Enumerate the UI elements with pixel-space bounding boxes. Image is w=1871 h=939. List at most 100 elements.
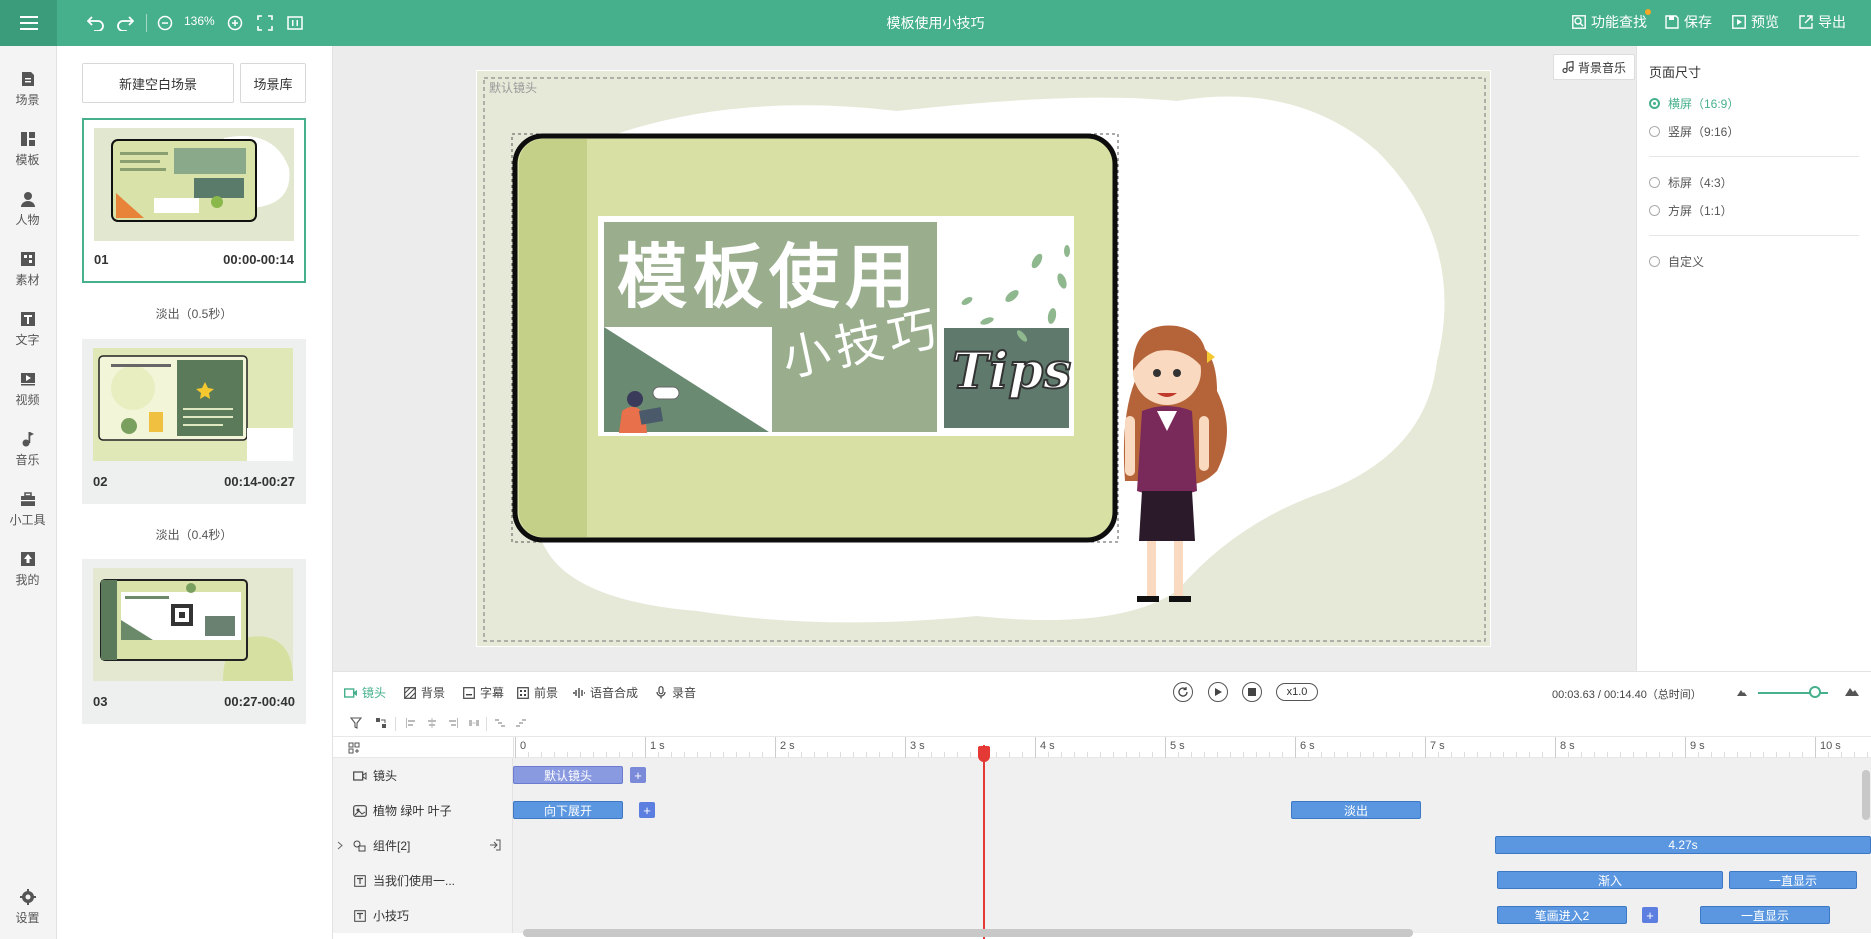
stop-button[interactable] <box>1242 682 1262 702</box>
add-clip-button[interactable]: + <box>639 802 655 818</box>
clip[interactable]: 笔画进入2 <box>1497 906 1627 924</box>
tab-record[interactable]: 录音 <box>654 684 696 701</box>
ruler-tick: 1 s <box>645 737 665 759</box>
sidebar-item-music[interactable]: 音乐 <box>0 424 55 474</box>
sidebar-item-person[interactable]: 人物 <box>0 184 55 234</box>
properties-panel: 页面尺寸 横屏（16:9） 竖屏（9:16） 标屏（4:3） 方屏（1:1） 自… <box>1636 46 1871 671</box>
track-area[interactable]: 向下展开 + 淡出 <box>513 793 1871 828</box>
scene-card-02[interactable]: 02 00:14-00:27 <box>82 339 306 504</box>
ruler-minor-tick <box>866 752 867 757</box>
add-clip-button[interactable]: + <box>630 767 646 783</box>
size-option-portrait[interactable]: 竖屏（9:16） <box>1649 123 1739 140</box>
zoom-out-icon[interactable] <box>153 11 177 35</box>
scene-card-01[interactable]: 01 00:00-00:14 <box>82 118 306 283</box>
track-area[interactable]: 默认镜头 + <box>513 758 1871 793</box>
align-right-icon[interactable] <box>447 717 459 729</box>
tab-background[interactable]: 背景 <box>403 684 445 701</box>
tips-text[interactable]: Tips <box>951 340 1072 401</box>
track-label[interactable]: 植物 绿叶 叶子 <box>333 793 513 828</box>
sidebar-item-tools[interactable]: 小工具 <box>0 484 55 534</box>
timeline-ruler[interactable]: 0 1 s 2 s 3 s 4 s 5 s 6 s 7 s 8 s 9 s 10 s <box>333 736 1871 759</box>
rewind-button[interactable] <box>1173 682 1193 702</box>
playhead-handle[interactable] <box>978 746 990 762</box>
track-label[interactable]: 小技巧 <box>333 898 513 933</box>
preview-icon <box>1731 14 1747 30</box>
size-option-square[interactable]: 方屏（1:1） <box>1649 202 1733 219</box>
tab-foreground[interactable]: 前景 <box>516 684 558 701</box>
clip[interactable]: 向下展开 <box>513 801 623 819</box>
radio-icon <box>1649 98 1660 109</box>
preview-button[interactable]: 预览 <box>1731 12 1779 32</box>
feature-search-button[interactable]: 功能查找 <box>1571 12 1647 32</box>
align-center-icon[interactable] <box>426 717 438 729</box>
playback-speed[interactable]: x1.0 <box>1276 683 1318 701</box>
sidebar-item-material[interactable]: 素材 <box>0 244 55 294</box>
clip[interactable]: 淡出 <box>1291 801 1421 819</box>
save-button[interactable]: 保存 <box>1664 12 1712 32</box>
clip[interactable]: 一直显示 <box>1729 871 1857 889</box>
tab-voice-synthesis[interactable]: 语音合成 <box>572 684 638 701</box>
ruler-minor-tick <box>1672 752 1673 757</box>
fullscreen-icon[interactable] <box>253 11 277 35</box>
search-icon <box>1571 14 1587 30</box>
track-label[interactable]: 镜头 <box>333 758 513 793</box>
align-left-icon[interactable] <box>405 717 417 729</box>
filter-icon[interactable] <box>350 717 362 729</box>
clip[interactable]: 渐入 <box>1497 871 1723 889</box>
sidebar-item-text[interactable]: 文字 <box>0 304 55 354</box>
grid-layout-icon[interactable] <box>348 742 360 754</box>
undo-icon[interactable] <box>84 11 108 35</box>
clip[interactable]: 一直显示 <box>1700 906 1830 924</box>
scene-transition[interactable]: 淡出（0.5秒） <box>82 305 306 322</box>
horizontal-scrollbar[interactable] <box>523 929 1413 937</box>
zoom-out-mountain-icon[interactable] <box>1737 688 1747 696</box>
settings-button[interactable]: 设置 <box>0 882 55 932</box>
sidebar-item-template[interactable]: 模板 <box>0 124 55 174</box>
background-music-label: 背景音乐 <box>1578 60 1627 75</box>
vertical-scrollbar[interactable] <box>1862 770 1870 820</box>
tab-subtitle[interactable]: 字幕 <box>462 684 504 701</box>
timeline-zoom-knob[interactable] <box>1809 686 1821 698</box>
ruler-divider <box>513 737 514 759</box>
size-option-custom[interactable]: 自定义 <box>1649 253 1704 270</box>
track-name: 镜头 <box>373 769 398 783</box>
enter-group-icon[interactable] <box>489 839 501 851</box>
sidebar-item-video[interactable]: 视频 <box>0 364 55 414</box>
play-button[interactable] <box>1208 682 1228 702</box>
add-clip-button[interactable]: + <box>1642 907 1658 923</box>
track-label[interactable]: 组件[2] <box>333 828 513 863</box>
new-blank-scene-button[interactable]: 新建空白场景 <box>82 63 234 103</box>
sidebar-item-mine[interactable]: 我的 <box>0 544 55 594</box>
sort-icon[interactable] <box>375 717 387 729</box>
stagger-reverse-icon[interactable] <box>515 717 527 729</box>
size-option-standard[interactable]: 标屏（4:3） <box>1649 174 1733 191</box>
tab-camera[interactable]: 镜头 <box>344 684 386 701</box>
scene-card-03[interactable]: 03 00:27-00:40 <box>82 559 306 724</box>
scene-library-button[interactable]: 场景库 <box>240 63 306 103</box>
track-area[interactable]: 4.27s <box>513 828 1871 863</box>
scene-transition[interactable]: 淡出（0.4秒） <box>82 526 306 543</box>
background-music-button[interactable]: 背景音乐 <box>1553 54 1636 80</box>
stagger-icon[interactable] <box>494 717 506 729</box>
ruler-minor-tick <box>840 752 841 757</box>
menu-button[interactable] <box>0 0 57 46</box>
ruler-minor-tick <box>723 752 724 757</box>
size-option-landscape[interactable]: 横屏（16:9） <box>1649 95 1739 112</box>
redo-icon[interactable] <box>113 11 137 35</box>
clip[interactable]: 默认镜头 <box>513 766 623 784</box>
sidebar-item-scene[interactable]: 场景 <box>0 64 55 114</box>
clip[interactable]: 4.27s <box>1495 836 1871 854</box>
distribute-icon[interactable] <box>468 717 480 729</box>
zoom-in-mountain-icon[interactable] <box>1845 686 1859 696</box>
zoom-in-icon[interactable] <box>223 11 247 35</box>
track-label[interactable]: 当我们使用一... <box>333 863 513 898</box>
track-area[interactable]: 渐入 一直显示 <box>513 863 1871 898</box>
actual-size-icon[interactable] <box>283 11 307 35</box>
stage[interactable]: 模板使用 小技巧 Tips 默认镜头 <box>476 70 1491 647</box>
export-button[interactable]: 导出 <box>1798 12 1846 32</box>
playhead[interactable] <box>983 745 985 939</box>
chevron-right-icon[interactable] <box>337 841 343 850</box>
ruler-minor-tick <box>931 752 932 757</box>
music-note-icon <box>1562 61 1574 73</box>
track-area[interactable]: 笔画进入2 + 一直显示 <box>513 898 1871 933</box>
